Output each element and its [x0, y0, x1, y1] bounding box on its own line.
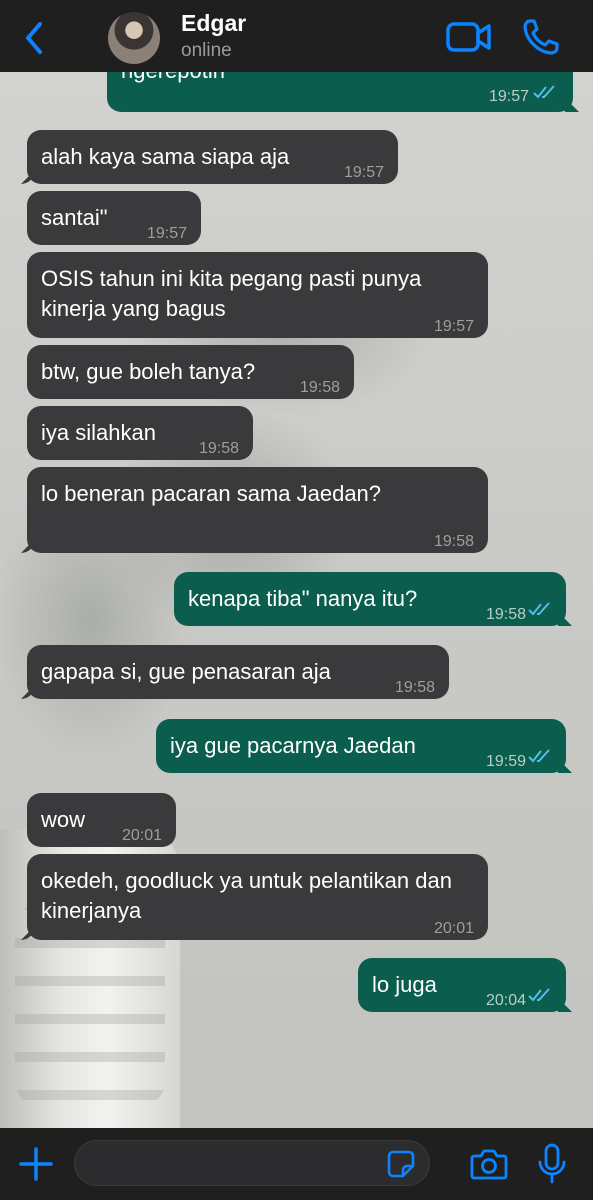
bubble-tail	[558, 998, 572, 1012]
phone-icon	[523, 19, 559, 55]
composer-bar	[0, 1128, 593, 1200]
attach-button[interactable]	[16, 1144, 56, 1184]
message-bubble-incoming[interactable]: lo beneran pacaran sama Jaedan? 19:58	[21, 467, 488, 553]
read-receipt-icon	[533, 85, 555, 99]
message-bubble-incoming[interactable]: santai" 19:57	[27, 191, 201, 245]
message-time: 19:58	[394, 679, 435, 696]
contact-avatar[interactable]	[108, 12, 160, 64]
message-bubble-outgoing[interactable]: lo juga 20:04	[358, 958, 572, 1012]
message-bubble-outgoing[interactable]: kenapa tiba" nanya itu? 19:58	[174, 572, 572, 626]
bubble-tail	[565, 98, 579, 112]
message-text: gapapa si, gue penasaran aja	[41, 659, 331, 684]
message-text: btw, gue boleh tanya?	[41, 359, 256, 384]
microphone-icon	[538, 1143, 566, 1184]
message-bubble-incoming[interactable]: btw, gue boleh tanya? 19:58	[27, 345, 354, 399]
message-text: kenapa tiba" nanya itu?	[188, 586, 418, 611]
message-bubble-outgoing[interactable]: iya gue pacarnya Jaedan 19:59	[156, 719, 572, 773]
bubble-tail	[21, 170, 35, 184]
message-text: lo beneran pacaran sama Jaedan?	[41, 481, 382, 506]
sticker-icon	[387, 1150, 415, 1178]
message-bubble-incoming[interactable]: wow 20:01	[27, 793, 176, 847]
message-text: alah kaya sama siapa aja	[41, 144, 290, 169]
message-bubble-incoming[interactable]: gapapa si, gue penasaran aja 19:58	[21, 645, 449, 699]
bubble-tail	[21, 685, 35, 699]
video-call-button[interactable]	[446, 20, 492, 54]
message-time: 19:57	[343, 164, 384, 181]
plus-icon	[19, 1147, 53, 1181]
camera-button[interactable]	[470, 1146, 508, 1182]
message-bubble-incoming[interactable]: alah kaya sama siapa aja 19:57	[21, 130, 398, 184]
message-time: 19:57	[433, 318, 474, 335]
message-text: iya gue pacarnya Jaedan	[170, 733, 416, 758]
message-text: santai"	[41, 205, 108, 230]
message-time: 20:04	[485, 992, 526, 1009]
message-time: 20:01	[433, 920, 474, 937]
bubble-tail	[558, 612, 572, 626]
contact-name[interactable]: Edgar	[181, 10, 246, 37]
bubble-tail	[21, 926, 35, 940]
sticker-button[interactable]	[386, 1149, 416, 1179]
contact-status: online	[181, 40, 232, 61]
message-input[interactable]	[74, 1140, 430, 1186]
message-text: okedeh, goodluck ya untuk pelantikan dan…	[41, 868, 452, 923]
message-time: 19:57	[488, 88, 529, 105]
message-time: 19:57	[146, 225, 187, 242]
camera-icon	[470, 1149, 508, 1180]
chat-header: Edgar online	[0, 0, 593, 72]
read-receipt-icon	[528, 749, 550, 763]
message-time: 19:58	[433, 533, 474, 550]
message-bubble-incoming[interactable]: OSIS tahun ini kita pegang pasti punya k…	[27, 252, 488, 338]
message-bubble-incoming[interactable]: okedeh, goodluck ya untuk pelantikan dan…	[21, 854, 488, 940]
message-text: ngerepotin	[121, 72, 225, 86]
message-bubble-incoming[interactable]: iya silahkan 19:58	[27, 406, 253, 460]
read-receipt-icon	[528, 988, 550, 1002]
message-time: 19:58	[299, 379, 340, 396]
message-time: 20:01	[121, 827, 162, 844]
message-list[interactable]: ngerepotin 19:57 alah kaya sama siapa aj…	[0, 72, 593, 1128]
message-text: wow	[41, 807, 86, 832]
bubble-tail	[558, 759, 572, 773]
chevron-left-icon	[26, 22, 42, 54]
message-time: 19:58	[485, 606, 526, 623]
message-bubble-outgoing[interactable]: ngerepotin 19:57	[107, 72, 579, 112]
voice-call-button[interactable]	[522, 18, 560, 56]
message-text: OSIS tahun ini kita pegang pasti punya k…	[41, 266, 422, 321]
bubble-tail	[21, 539, 35, 553]
voice-note-button[interactable]	[537, 1142, 567, 1186]
message-time: 19:59	[485, 753, 526, 770]
message-time: 19:58	[198, 440, 239, 457]
video-camera-icon	[446, 22, 491, 52]
message-text: iya silahkan	[41, 420, 156, 445]
read-receipt-icon	[528, 602, 550, 616]
back-button[interactable]	[18, 18, 50, 58]
message-text: lo juga	[372, 972, 437, 997]
